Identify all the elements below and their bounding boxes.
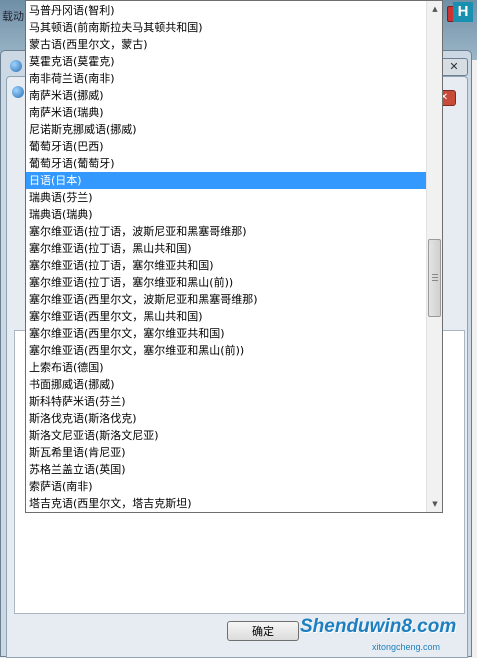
globe-icon	[12, 86, 24, 98]
ok-button[interactable]: 确定	[227, 621, 299, 641]
scrollbar-thumb[interactable]	[428, 239, 441, 317]
language-option[interactable]: 塞尔维亚语(西里尔文，黑山共和国)	[26, 308, 426, 325]
language-option[interactable]: 斯科特萨米语(芬兰)	[26, 393, 426, 410]
language-option[interactable]: 南非荷兰语(南非)	[26, 70, 426, 87]
background-window-title: 载动	[2, 10, 24, 23]
language-option[interactable]: 塔吉克语(西里尔文，塔吉克斯坦)	[26, 495, 426, 512]
language-option[interactable]: 上索布语(德国)	[26, 359, 426, 376]
watermark-subtext: xitongcheng.com	[372, 642, 441, 652]
language-option[interactable]: 马普丹冈语(智利)	[26, 2, 426, 19]
language-option[interactable]: 日语(日本)	[26, 172, 426, 189]
language-option[interactable]: 斯瓦希里语(肯尼亚)	[26, 444, 426, 461]
language-option[interactable]: 葡萄牙语(巴西)	[26, 138, 426, 155]
language-option[interactable]: 索萨语(南非)	[26, 478, 426, 495]
watermark-logo: Shenduwin8.com xitongcheng.com	[300, 606, 477, 655]
watermark-text: Shenduwin8.com	[300, 616, 457, 637]
language-option[interactable]: 瑞典语(瑞典)	[26, 206, 426, 223]
dropdown-scrollbar[interactable]: ▲ ▼	[426, 1, 442, 512]
language-option[interactable]: 塞尔维亚语(西里尔文，塞尔维亚和黑山(前))	[26, 342, 426, 359]
language-option[interactable]: 瑞典语(芬兰)	[26, 189, 426, 206]
language-option[interactable]: 南萨米语(瑞典)	[26, 104, 426, 121]
language-options: 马普丹冈语(智利) 马其顿语(前南斯拉夫马其顿共和国) 蒙古语(西里尔文，蒙古) 莫霍…	[26, 2, 426, 512]
thumb-grip	[432, 274, 438, 275]
language-option[interactable]: 斯洛文尼亚语(斯洛文尼亚)	[26, 427, 426, 444]
thumb-grip	[432, 280, 438, 281]
language-option[interactable]: 塞尔维亚语(拉丁语，波斯尼亚和黑塞哥维那)	[26, 223, 426, 240]
language-option[interactable]: 蒙古语(西里尔文，蒙古)	[26, 36, 426, 53]
language-option[interactable]: 苏格兰盖立语(英国)	[26, 461, 426, 478]
language-option[interactable]: 塞尔维亚语(拉丁语，塞尔维亚共和国)	[26, 257, 426, 274]
dialog-close-button[interactable]: ✕	[440, 58, 468, 76]
scroll-down-arrow-icon[interactable]: ▼	[427, 496, 442, 512]
language-option[interactable]: 南萨米语(挪威)	[26, 87, 426, 104]
language-option[interactable]: 斯洛伐克语(斯洛伐克)	[26, 410, 426, 427]
language-option[interactable]: 葡萄牙语(葡萄牙)	[26, 155, 426, 172]
language-option[interactable]: 塞尔维亚语(拉丁语，黑山共和国)	[26, 240, 426, 257]
language-option[interactable]: 莫霍克语(莫霍克)	[26, 53, 426, 70]
language-option[interactable]: 书面挪威语(挪威)	[26, 376, 426, 393]
language-option[interactable]: 尼诺斯克挪威语(挪威)	[26, 121, 426, 138]
language-option[interactable]: 塞尔维亚语(西里尔文，波斯尼亚和黑塞哥维那)	[26, 291, 426, 308]
language-dropdown-list[interactable]: 马普丹冈语(智利) 马其顿语(前南斯拉夫马其顿共和国) 蒙古语(西里尔文，蒙古) 莫霍…	[25, 0, 443, 513]
globe-icon	[10, 60, 22, 72]
thumb-grip	[432, 277, 438, 278]
scroll-up-arrow-icon[interactable]: ▲	[427, 1, 442, 17]
h-logo-icon: H	[453, 2, 473, 22]
language-option[interactable]: 塞尔维亚语(拉丁语，塞尔维亚和黑山(前))	[26, 274, 426, 291]
language-option[interactable]: 塞尔维亚语(西里尔文，塞尔维亚共和国)	[26, 325, 426, 342]
language-option[interactable]: 马其顿语(前南斯拉夫马其顿共和国)	[26, 19, 426, 36]
